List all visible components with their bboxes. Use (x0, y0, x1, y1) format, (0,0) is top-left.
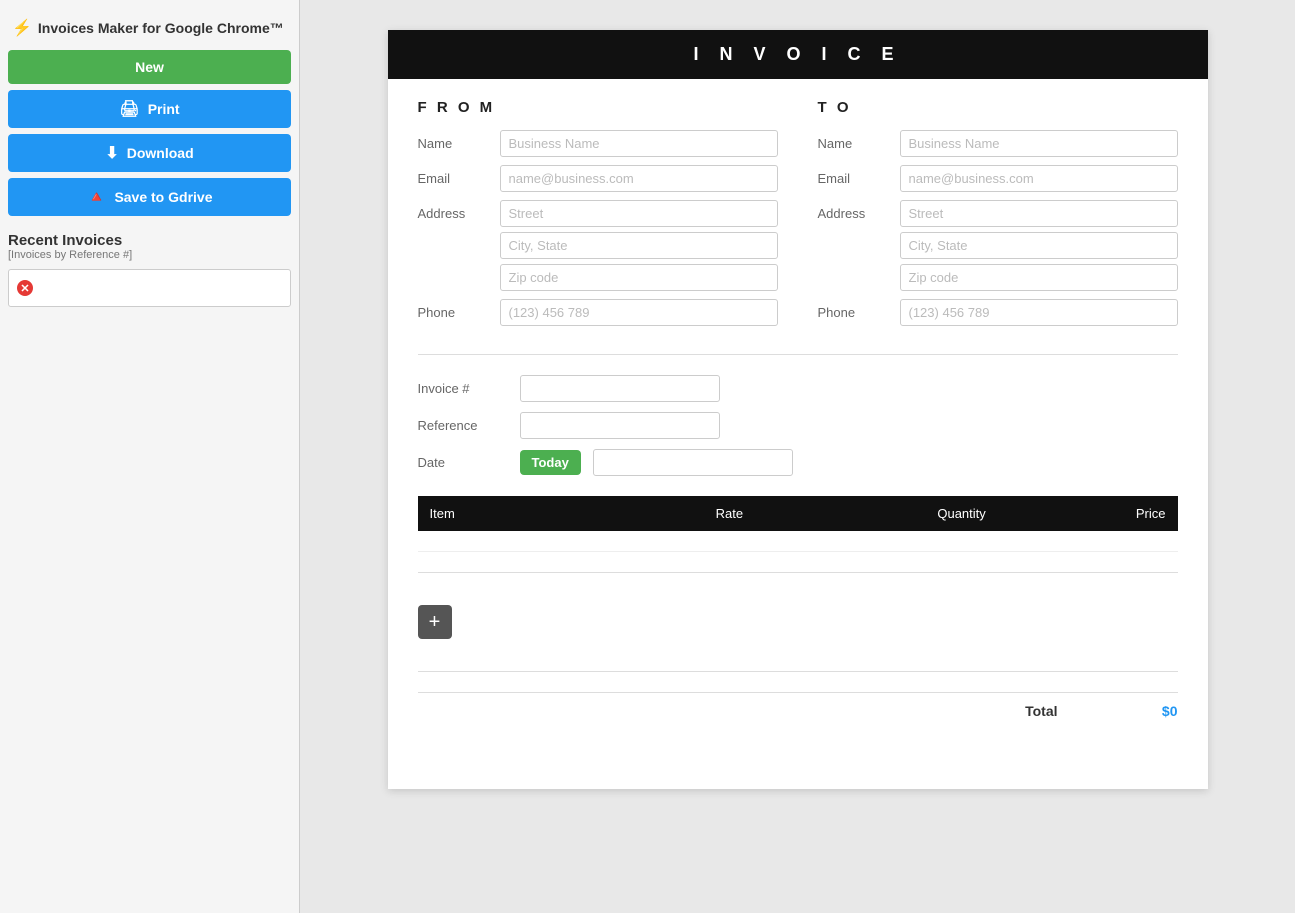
lightning-icon: ⚡ (12, 18, 32, 38)
to-zip-input[interactable] (900, 264, 1178, 291)
from-phone-input[interactable] (500, 299, 778, 326)
invoice-meta: Invoice # Reference Date Today (418, 375, 1178, 476)
items-table: Item Rate Quantity Price (418, 496, 1178, 552)
to-email-row: Email (818, 165, 1178, 192)
from-address-row: Address (418, 200, 778, 291)
to-phone-input[interactable] (900, 299, 1178, 326)
from-name-input[interactable] (500, 130, 778, 157)
print-button[interactable]: 🖨 Print (8, 90, 291, 128)
from-email-label: Email (418, 165, 488, 186)
gdrive-button-label: Save to Gdrive (114, 189, 212, 205)
sidebar: ⚡ Invoices Maker for Google Chrome™ New … (0, 0, 300, 913)
total-row: Total $0 (418, 692, 1178, 729)
invoice-body: F R O M Name Email Addre (388, 79, 1208, 749)
recent-section: Recent Invoices [Invoices by Reference #… (8, 232, 291, 307)
rate-cell (583, 531, 755, 552)
date-input[interactable] (593, 449, 793, 476)
from-name-label: Name (418, 130, 488, 151)
to-city-input[interactable] (900, 232, 1178, 259)
divider-2 (418, 572, 1178, 573)
app-title-text: Invoices Maker for Google Chrome™ (38, 20, 284, 36)
date-label: Date (418, 455, 508, 470)
print-button-label: Print (148, 101, 180, 117)
to-street-input[interactable] (900, 200, 1178, 227)
col-rate: Rate (583, 496, 755, 531)
from-phone-label: Phone (418, 299, 488, 320)
gdrive-button[interactable]: 🔺 Save to Gdrive (8, 178, 291, 216)
to-column: T O Name Email Address (818, 99, 1178, 334)
add-item-row: + (418, 593, 1178, 651)
divider-1 (418, 354, 1178, 355)
reference-label: Reference (418, 418, 508, 433)
col-item: Item (418, 496, 583, 531)
table-row (418, 531, 1178, 552)
main-content: I N V O I C E F R O M Name Email (300, 0, 1295, 913)
to-email-input[interactable] (900, 165, 1178, 192)
col-quantity: Quantity (755, 496, 998, 531)
recent-items-container: ✕ (8, 269, 291, 307)
gdrive-icon: 🔺 (87, 187, 107, 207)
reference-row: Reference (418, 412, 1178, 439)
app-title: ⚡ Invoices Maker for Google Chrome™ (8, 10, 291, 50)
to-phone-row: Phone (818, 299, 1178, 326)
to-name-label: Name (818, 130, 888, 151)
from-label: F R O M (418, 99, 778, 116)
invoice-header: I N V O I C E (388, 30, 1208, 79)
item-cell (418, 531, 583, 552)
recent-subtitle: [Invoices by Reference #] (8, 249, 291, 261)
print-icon: 🖨 (119, 99, 139, 119)
download-icon: ⬇ (105, 143, 118, 163)
to-address-label: Address (818, 200, 888, 221)
today-button[interactable]: Today (520, 450, 581, 475)
from-phone-row: Phone (418, 299, 778, 326)
new-button-label: New (135, 59, 164, 75)
delete-recent-icon[interactable]: ✕ (17, 280, 33, 296)
to-label: T O (818, 99, 1178, 116)
from-city-input[interactable] (500, 232, 778, 259)
total-label: Total (1025, 703, 1057, 719)
date-row: Date Today (418, 449, 1178, 476)
invoice-num-row: Invoice # (418, 375, 1178, 402)
col-price: Price (998, 496, 1178, 531)
from-name-row: Name (418, 130, 778, 157)
reference-input[interactable] (520, 412, 720, 439)
from-column: F R O M Name Email Addre (418, 99, 778, 334)
quantity-cell (755, 531, 998, 552)
recent-title: Recent Invoices (8, 232, 291, 249)
invoice-paper: I N V O I C E F R O M Name Email (388, 30, 1208, 789)
add-item-button[interactable]: + (418, 605, 452, 639)
price-cell (998, 531, 1178, 552)
to-email-label: Email (818, 165, 888, 186)
invoice-num-input[interactable] (520, 375, 720, 402)
download-button[interactable]: ⬇ Download (8, 134, 291, 172)
invoice-num-label: Invoice # (418, 381, 508, 396)
from-email-input[interactable] (500, 165, 778, 192)
to-name-row: Name (818, 130, 1178, 157)
from-email-row: Email (418, 165, 778, 192)
from-street-input[interactable] (500, 200, 778, 227)
divider-3 (418, 671, 1178, 672)
from-zip-input[interactable] (500, 264, 778, 291)
from-to-row: F R O M Name Email Addre (418, 99, 1178, 334)
new-button[interactable]: New (8, 50, 291, 84)
from-address-label: Address (418, 200, 488, 221)
total-value: $0 (1118, 703, 1178, 719)
to-address-row: Address (818, 200, 1178, 291)
to-phone-label: Phone (818, 299, 888, 320)
to-name-input[interactable] (900, 130, 1178, 157)
download-button-label: Download (127, 145, 194, 161)
